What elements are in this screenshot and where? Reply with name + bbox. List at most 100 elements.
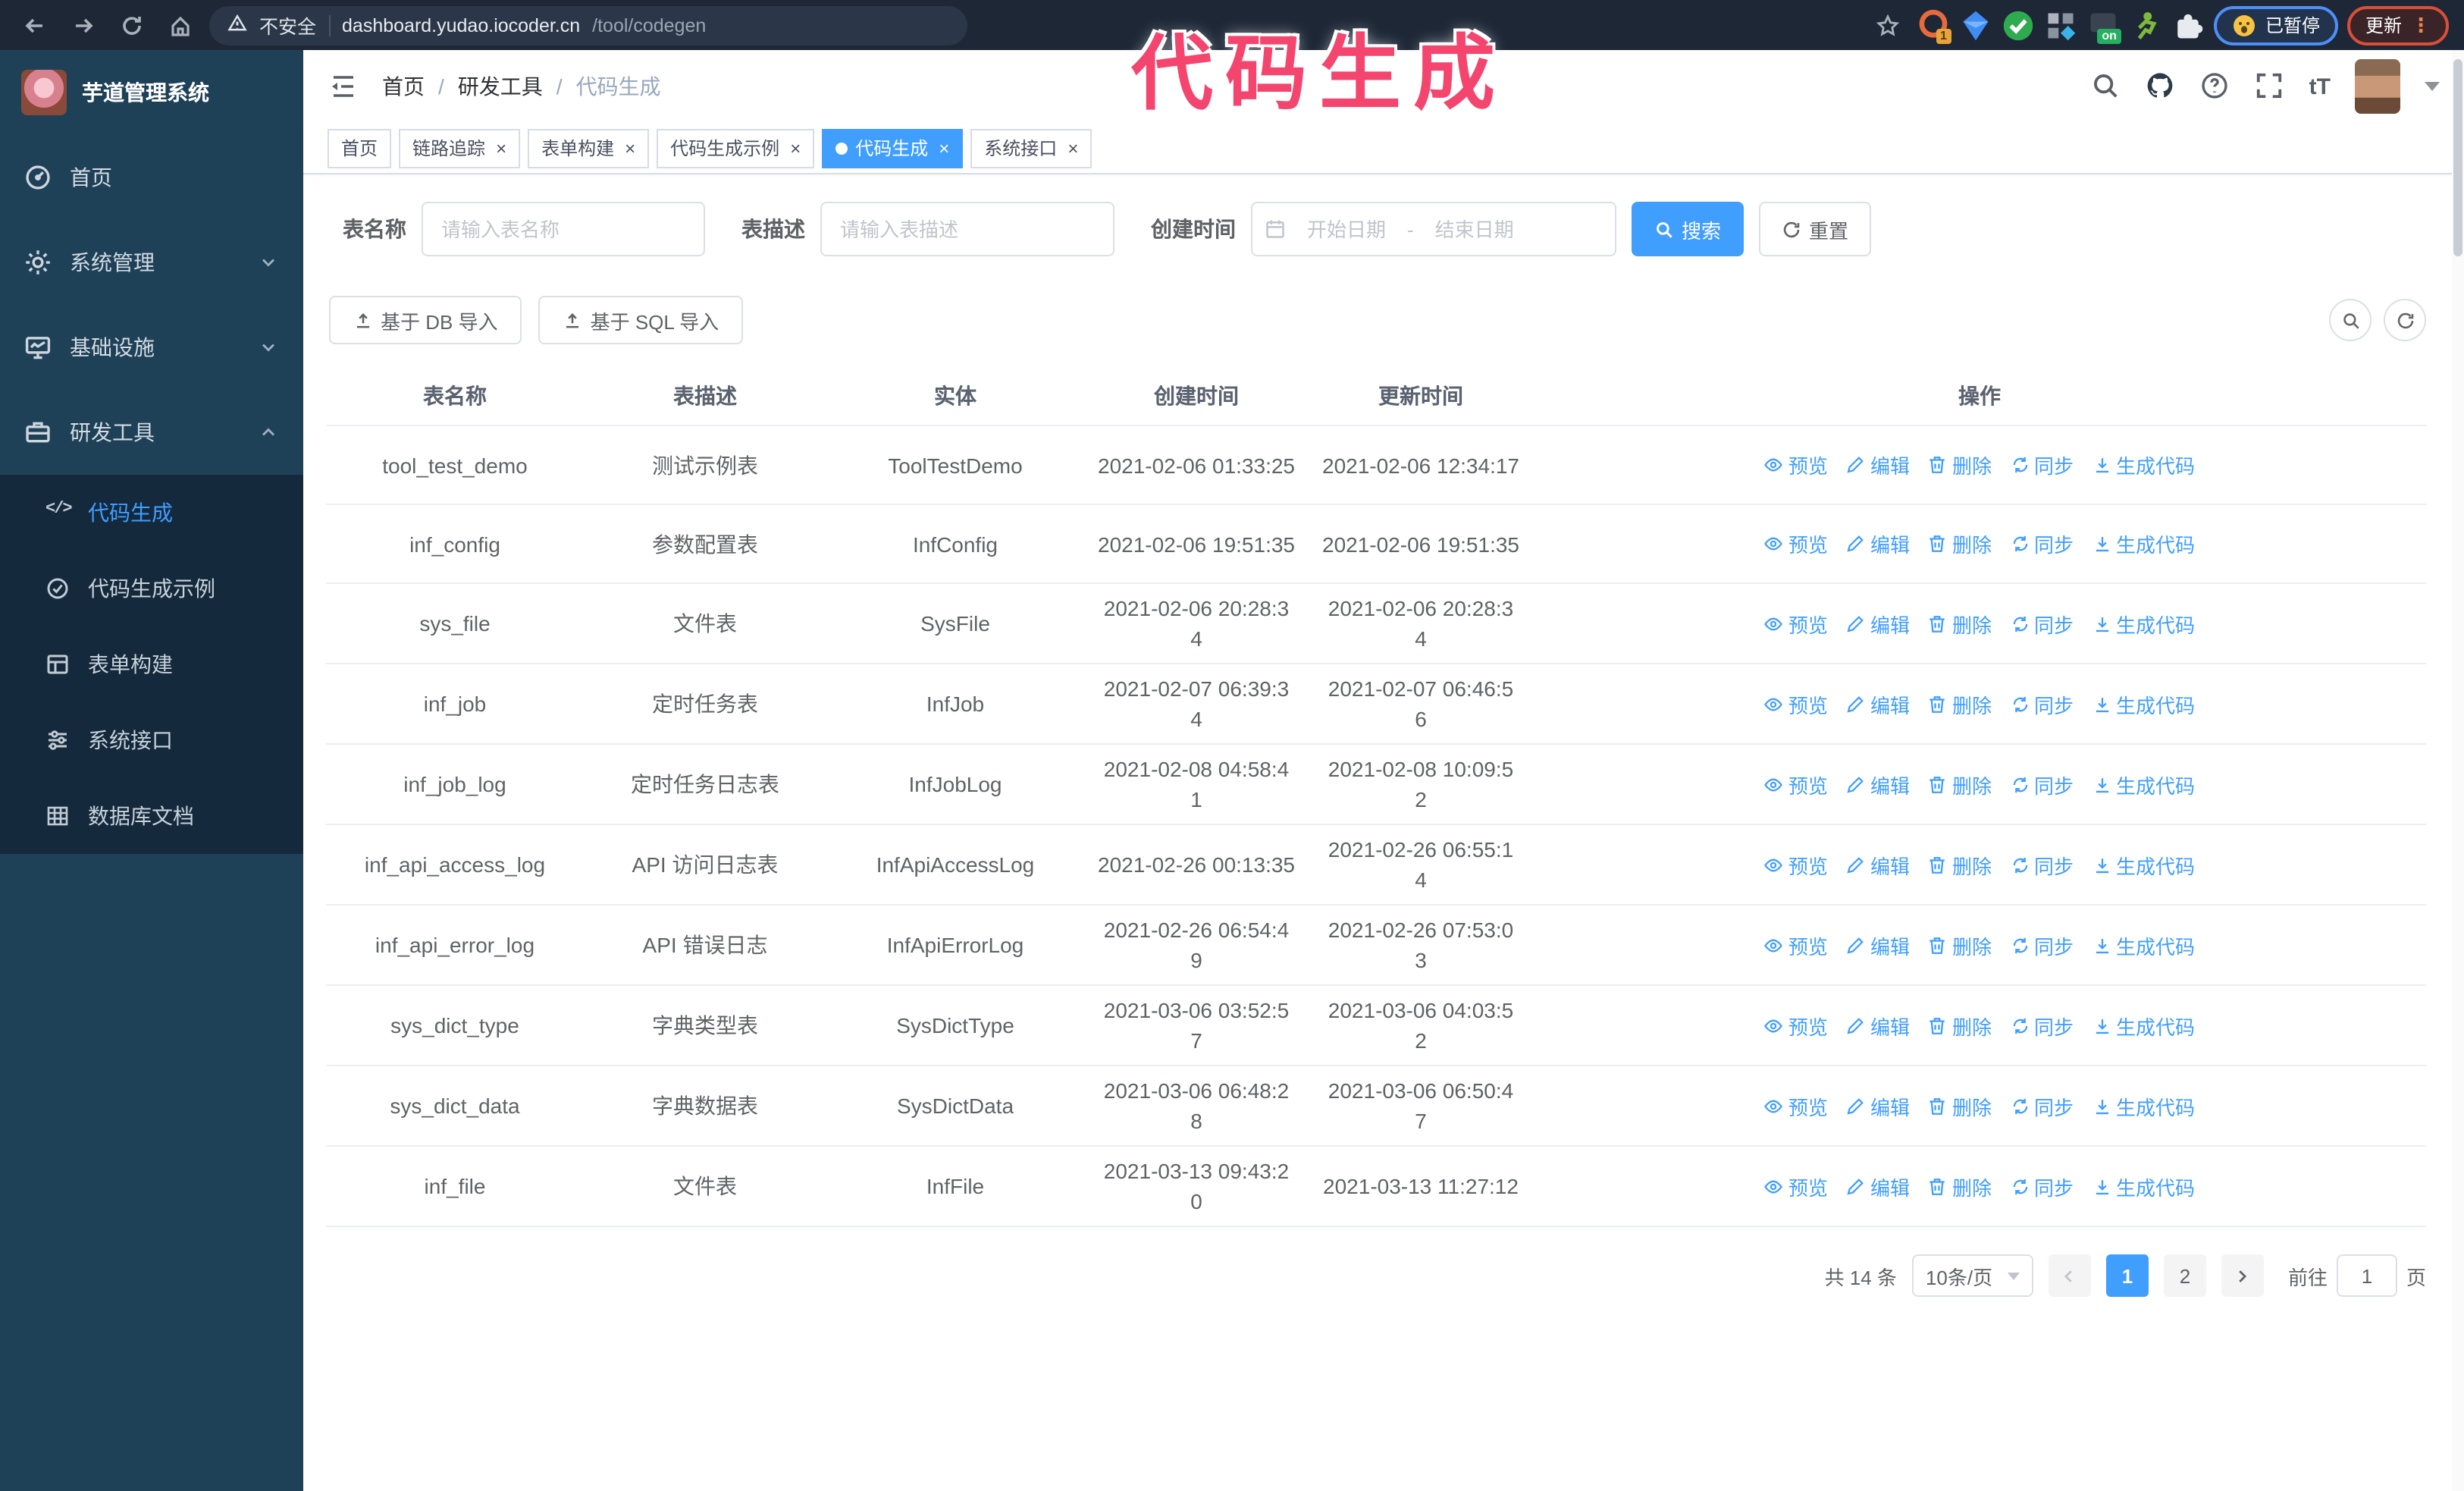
close-icon[interactable]: × bbox=[625, 139, 635, 157]
close-icon[interactable]: × bbox=[1067, 139, 1078, 157]
sync-link[interactable]: 同步 bbox=[2010, 1172, 2074, 1201]
table-row[interactable]: inf_api_access_log API 访问日志表 InfApiAcces… bbox=[326, 825, 2426, 906]
generate-code-link[interactable]: 生成代码 bbox=[2092, 1011, 2195, 1040]
tab-codegen[interactable]: 代码生成 × bbox=[822, 128, 964, 168]
bookmark-star-icon[interactable] bbox=[1868, 5, 1908, 45]
generate-code-link[interactable]: 生成代码 bbox=[2092, 770, 2195, 799]
home-icon[interactable] bbox=[161, 5, 200, 45]
toggle-search-button[interactable] bbox=[2329, 299, 2372, 341]
avatar[interactable] bbox=[2355, 59, 2400, 114]
preview-link[interactable]: 预览 bbox=[1764, 529, 1828, 558]
table-row[interactable]: inf_file 文件表 InfFile 2021-03-13 09:43:2 … bbox=[326, 1147, 2426, 1227]
browser-menu-icon[interactable]: ⋮ bbox=[2411, 13, 2431, 37]
search-icon[interactable] bbox=[2091, 71, 2121, 102]
sync-link[interactable]: 同步 bbox=[2010, 689, 2074, 718]
table-row[interactable]: inf_job_log 定时任务日志表 InfJobLog 2021-02-08… bbox=[326, 745, 2426, 825]
preview-link[interactable]: 预览 bbox=[1764, 450, 1828, 479]
page-scrollbar[interactable] bbox=[2452, 50, 2464, 1491]
edit-link[interactable]: 编辑 bbox=[1846, 770, 1910, 799]
refresh-table-button[interactable] bbox=[2384, 299, 2426, 341]
sync-link[interactable]: 同步 bbox=[2010, 1091, 2074, 1120]
import-sql-button[interactable]: 基于 SQL 导入 bbox=[538, 296, 744, 344]
sync-link[interactable]: 同步 bbox=[2010, 770, 2074, 799]
sidebar-item-system[interactable]: 系统管理 bbox=[0, 220, 303, 305]
table-name-input[interactable] bbox=[422, 202, 705, 256]
delete-link[interactable]: 删除 bbox=[1928, 931, 1992, 959]
close-icon[interactable]: × bbox=[939, 139, 949, 157]
sync-link[interactable]: 同步 bbox=[2010, 931, 2074, 959]
scrollbar-thumb[interactable] bbox=[2453, 59, 2462, 256]
tab-home[interactable]: 首页 bbox=[328, 128, 392, 168]
table-row[interactable]: inf_job 定时任务表 InfJob 2021-02-07 06:39:3 … bbox=[326, 664, 2426, 745]
goto-page-input[interactable] bbox=[2336, 1254, 2397, 1297]
sidebar-item-codegen-example[interactable]: 代码生成示例 bbox=[0, 551, 303, 626]
sync-link[interactable]: 同步 bbox=[2010, 609, 2074, 638]
fullscreen-icon[interactable] bbox=[2255, 71, 2285, 102]
page-size-select[interactable]: 10条/页 bbox=[1911, 1254, 2033, 1297]
start-date-input[interactable] bbox=[1292, 218, 1401, 240]
table-row[interactable]: inf_config 参数配置表 InfConfig 2021-02-06 19… bbox=[326, 505, 2426, 584]
extension-runner-icon[interactable] bbox=[2129, 7, 2162, 43]
generate-code-link[interactable]: 生成代码 bbox=[2092, 1172, 2195, 1201]
edit-link[interactable]: 编辑 bbox=[1846, 1091, 1910, 1120]
menu-fold-icon[interactable] bbox=[328, 71, 358, 102]
sync-link[interactable]: 同步 bbox=[2010, 850, 2074, 879]
prev-page-button[interactable] bbox=[2048, 1254, 2091, 1297]
browser-update-pill[interactable]: 更新 ⋮ bbox=[2346, 5, 2449, 45]
end-date-input[interactable] bbox=[1419, 218, 1529, 240]
preview-link[interactable]: 预览 bbox=[1764, 1091, 1828, 1120]
sidebar-item-db-doc[interactable]: 数据库文档 bbox=[0, 778, 303, 854]
sync-link[interactable]: 同步 bbox=[2010, 529, 2074, 558]
delete-link[interactable]: 删除 bbox=[1928, 450, 1992, 479]
delete-link[interactable]: 删除 bbox=[1928, 529, 1992, 558]
tab-tracing[interactable]: 链路追踪 × bbox=[399, 128, 521, 168]
table-row[interactable]: inf_api_error_log API 错误日志 InfApiErrorLo… bbox=[326, 906, 2426, 986]
preview-link[interactable]: 预览 bbox=[1764, 1172, 1828, 1201]
next-page-button[interactable] bbox=[2221, 1254, 2264, 1297]
delete-link[interactable]: 删除 bbox=[1928, 609, 1992, 638]
edit-link[interactable]: 编辑 bbox=[1846, 1172, 1910, 1201]
generate-code-link[interactable]: 生成代码 bbox=[2092, 931, 2195, 959]
sidebar-item-devtools[interactable]: 研发工具 bbox=[0, 390, 303, 475]
sidebar-item-infra[interactable]: 基础设施 bbox=[0, 305, 303, 390]
extension-on-icon[interactable]: on bbox=[2086, 7, 2121, 43]
close-icon[interactable]: × bbox=[790, 139, 801, 157]
edit-link[interactable]: 编辑 bbox=[1846, 1011, 1910, 1040]
table-row[interactable]: sys_file 文件表 SysFile 2021-02-06 20:28:3 … bbox=[326, 584, 2426, 664]
page-button-1[interactable]: 1 bbox=[2105, 1254, 2149, 1297]
breadcrumb-devtools[interactable]: 研发工具 bbox=[458, 71, 543, 102]
delete-link[interactable]: 删除 bbox=[1928, 1091, 1992, 1120]
table-desc-input[interactable] bbox=[820, 202, 1114, 256]
font-size-icon[interactable]: tT bbox=[2309, 74, 2331, 99]
forward-icon[interactable] bbox=[64, 5, 103, 45]
app-logo-row[interactable]: 芋道管理系统 bbox=[0, 50, 303, 135]
sidebar-item-api[interactable]: 系统接口 bbox=[0, 702, 303, 778]
breadcrumb-home[interactable]: 首页 bbox=[382, 71, 425, 102]
sidebar-item-codegen[interactable]: </> 代码生成 bbox=[0, 475, 303, 551]
recorder-paused-pill[interactable]: 已暂停 bbox=[2213, 5, 2338, 45]
github-icon[interactable] bbox=[2146, 71, 2176, 102]
table-row[interactable]: sys_dict_data 字典数据表 SysDictData 2021-03-… bbox=[326, 1066, 2426, 1147]
delete-link[interactable]: 删除 bbox=[1928, 770, 1992, 799]
close-icon[interactable]: × bbox=[496, 139, 506, 157]
preview-link[interactable]: 预览 bbox=[1764, 850, 1828, 879]
delete-link[interactable]: 删除 bbox=[1928, 1172, 1992, 1201]
edit-link[interactable]: 编辑 bbox=[1846, 850, 1910, 879]
help-icon[interactable] bbox=[2200, 71, 2230, 102]
search-button[interactable]: 搜索 bbox=[1632, 202, 1745, 256]
edit-link[interactable]: 编辑 bbox=[1846, 450, 1910, 479]
tab-api[interactable]: 系统接口 × bbox=[970, 128, 1092, 168]
generate-code-link[interactable]: 生成代码 bbox=[2092, 529, 2195, 558]
reload-icon[interactable] bbox=[112, 5, 152, 45]
edit-link[interactable]: 编辑 bbox=[1846, 609, 1910, 638]
generate-code-link[interactable]: 生成代码 bbox=[2092, 609, 2195, 638]
preview-link[interactable]: 预览 bbox=[1764, 931, 1828, 959]
preview-link[interactable]: 预览 bbox=[1764, 770, 1828, 799]
preview-link[interactable]: 预览 bbox=[1764, 609, 1828, 638]
edit-link[interactable]: 编辑 bbox=[1846, 529, 1910, 558]
reset-button[interactable]: 重置 bbox=[1759, 202, 1872, 256]
edit-link[interactable]: 编辑 bbox=[1846, 931, 1910, 959]
address-bar[interactable]: 不安全 dashboard.yudao.iocoder.cn/tool/code… bbox=[209, 5, 967, 45]
delete-link[interactable]: 删除 bbox=[1928, 1011, 1992, 1040]
date-range-picker[interactable]: - bbox=[1251, 202, 1616, 256]
